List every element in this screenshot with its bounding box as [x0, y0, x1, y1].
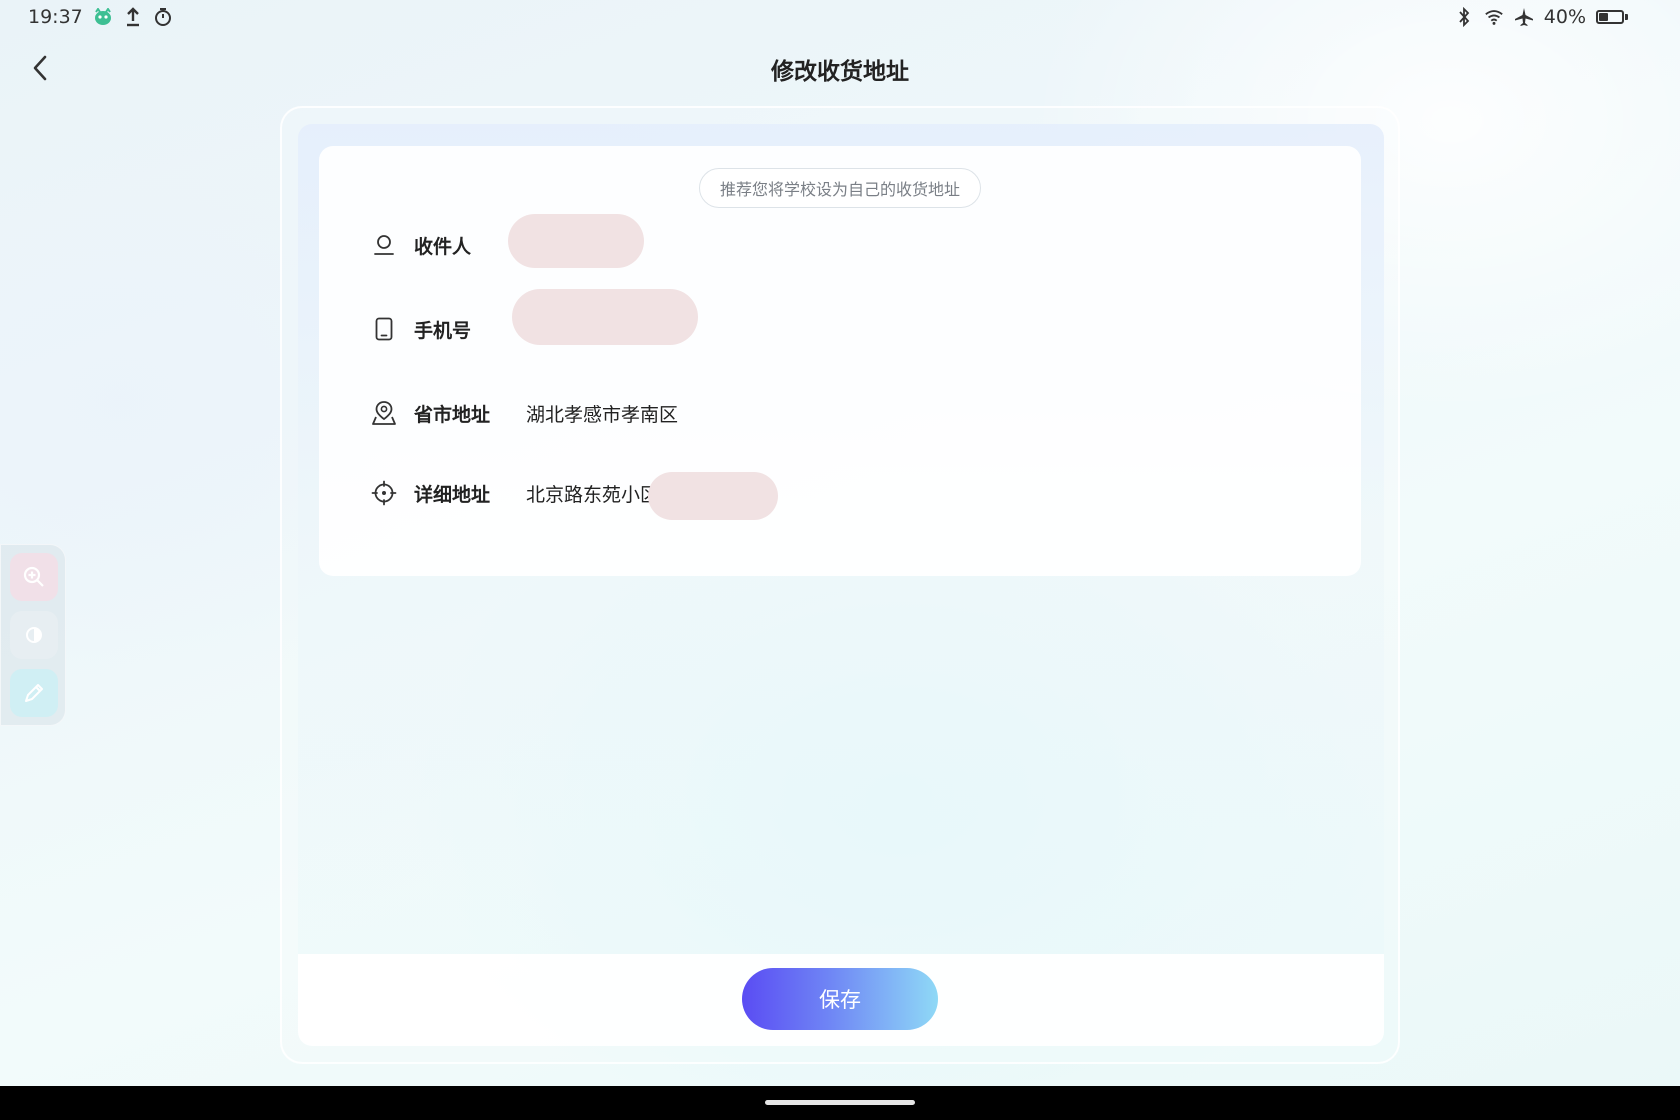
status-time: 19:37 [28, 6, 83, 28]
pen-icon [25, 684, 43, 702]
app-mascot-icon [93, 6, 113, 28]
recipient-label: 收件人 [414, 235, 472, 258]
zoom-button[interactable] [10, 553, 58, 601]
pen-button[interactable] [10, 669, 58, 717]
battery-icon [1596, 10, 1628, 24]
detail-address-row: 详细地址 北京路东苑小区 [370, 473, 1190, 513]
status-left: 19:37 [28, 6, 173, 28]
battery-body [1596, 10, 1624, 24]
phone-redaction [512, 289, 698, 345]
timer-icon [153, 6, 173, 28]
status-bar: 19:37 40% [0, 0, 1680, 36]
zoom-in-icon [23, 566, 44, 587]
upload-icon [123, 6, 143, 28]
home-indicator[interactable] [765, 1100, 915, 1105]
wifi-icon [1484, 6, 1504, 28]
recipient-row: 收件人 [370, 225, 1190, 265]
airplane-mode-icon [1514, 6, 1534, 28]
save-button[interactable]: 保存 [742, 968, 938, 1030]
battery-fill [1599, 13, 1608, 21]
bluetooth-icon [1454, 6, 1474, 28]
recipient-redaction [508, 214, 644, 268]
side-toolbar [0, 544, 66, 726]
battery-tip [1625, 14, 1628, 20]
phone-row: 手机号 [370, 309, 1190, 349]
region-value[interactable]: 湖北孝感市孝南区 [526, 400, 678, 427]
contrast-button[interactable] [10, 611, 58, 659]
detail-address-redaction [648, 472, 778, 520]
phone-label: 手机号 [414, 319, 472, 342]
school-address-hint: 推荐您将学校设为自己的收货地址 [699, 168, 981, 208]
battery-percent: 40% [1543, 6, 1586, 28]
person-icon [370, 231, 398, 259]
detail-address-input[interactable]: 北京路东苑小区 [526, 480, 659, 507]
status-right: 40% [1454, 6, 1628, 28]
map-pin-icon [370, 399, 398, 427]
page-title: 修改收货地址 [771, 59, 909, 85]
phone-icon [370, 315, 398, 343]
locate-icon [370, 479, 398, 507]
region-label: 省市地址 [414, 403, 491, 426]
detail-address-label: 详细地址 [414, 483, 491, 506]
contrast-icon [26, 627, 42, 643]
region-row[interactable]: 省市地址 湖北孝感市孝南区 [370, 393, 1190, 433]
